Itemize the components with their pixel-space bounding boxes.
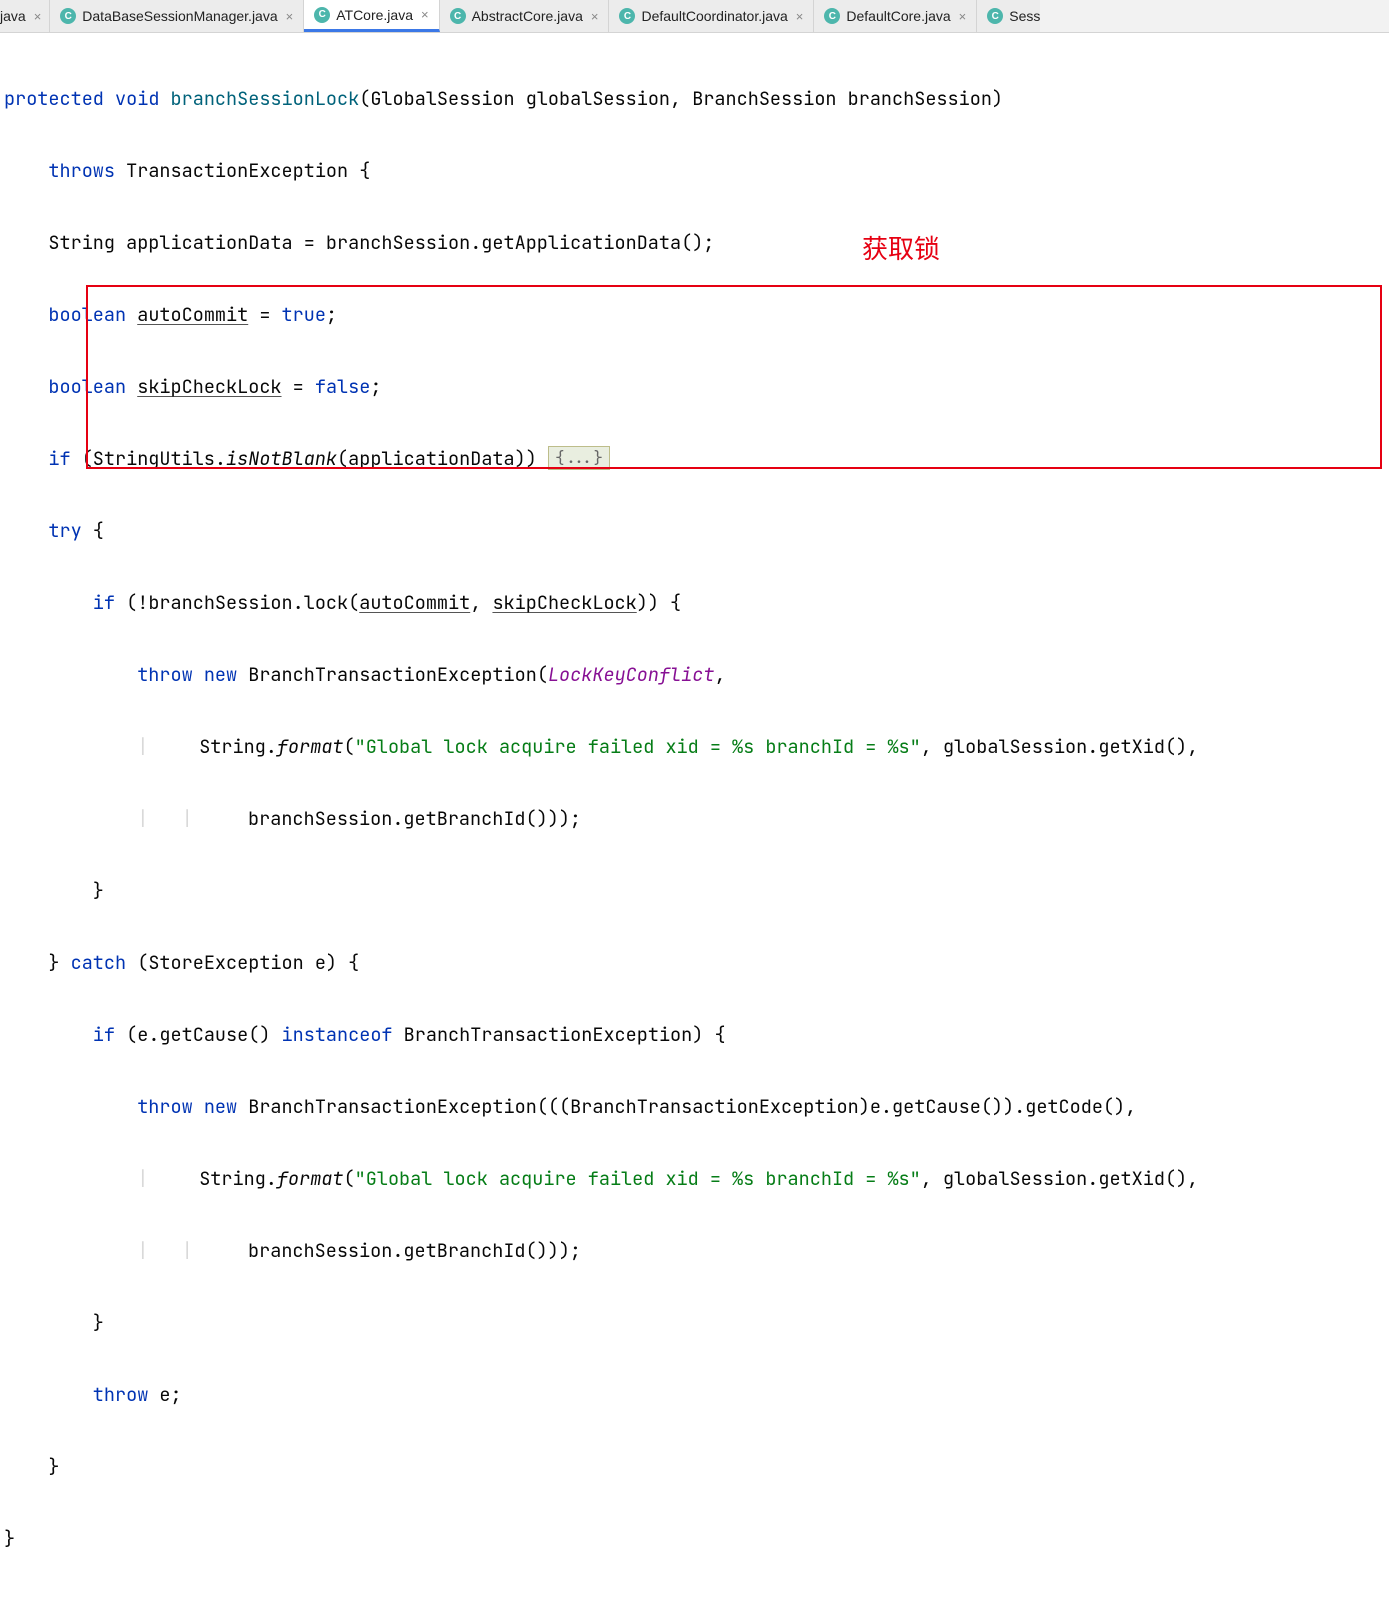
class-icon: C bbox=[450, 8, 466, 24]
tab-label: DefaultCoordinator.java bbox=[641, 8, 787, 24]
class-icon: C bbox=[619, 8, 635, 24]
class-icon: C bbox=[824, 8, 840, 24]
code-line: boolean skipCheckLock = false; bbox=[4, 369, 1389, 405]
close-icon[interactable]: × bbox=[957, 9, 969, 24]
code-line: } catch (StoreException e) { bbox=[4, 945, 1389, 981]
code-line: if (StringUtils.isNotBlank(applicationDa… bbox=[4, 441, 1389, 477]
close-icon[interactable]: × bbox=[419, 7, 431, 22]
code-line: try { bbox=[4, 513, 1389, 549]
tab-label: DataBaseSessionManager.java bbox=[82, 8, 277, 24]
fold-region[interactable]: {...} bbox=[548, 446, 610, 470]
code-line: | String.format("Global lock acquire fai… bbox=[4, 1161, 1389, 1197]
code-line: } bbox=[4, 1305, 1389, 1341]
code-line: | String.format("Global lock acquire fai… bbox=[4, 729, 1389, 765]
code-line: } bbox=[4, 873, 1389, 909]
tab-database-session-manager[interactable]: C DataBaseSessionManager.java × bbox=[50, 0, 304, 32]
close-icon[interactable]: × bbox=[284, 9, 296, 24]
code-line: protected void branchSessionLock(GlobalS… bbox=[4, 81, 1389, 117]
tab-partial-right[interactable]: C Sess bbox=[977, 0, 1040, 32]
code-line: String applicationData = branchSession.g… bbox=[4, 225, 1389, 261]
code-line: throw e; bbox=[4, 1377, 1389, 1413]
tab-atcore[interactable]: C ATCore.java × bbox=[304, 0, 439, 32]
close-icon[interactable]: × bbox=[794, 9, 806, 24]
code-line: } bbox=[4, 1521, 1389, 1557]
tab-label: AbstractCore.java bbox=[472, 8, 583, 24]
close-icon[interactable]: × bbox=[32, 9, 44, 24]
code-line: throws TransactionException { bbox=[4, 153, 1389, 189]
annotation-label: 获取锁 bbox=[862, 231, 940, 267]
class-icon: C bbox=[314, 7, 330, 23]
code-line: } bbox=[4, 1449, 1389, 1485]
code-line: | | branchSession.getBranchId())); bbox=[4, 1233, 1389, 1269]
code-line: if (e.getCause() instanceof BranchTransa… bbox=[4, 1017, 1389, 1053]
tab-defaultcore[interactable]: C DefaultCore.java × bbox=[814, 0, 977, 32]
code-line: if (!branchSession.lock(autoCommit, skip… bbox=[4, 585, 1389, 621]
class-icon: C bbox=[60, 8, 76, 24]
tab-label: java bbox=[0, 8, 26, 24]
code-line: boolean autoCommit = true; bbox=[4, 297, 1389, 333]
code-line: throw new BranchTransactionException(Loc… bbox=[4, 657, 1389, 693]
tab-abstractcore[interactable]: C AbstractCore.java × bbox=[440, 0, 610, 32]
code-editor[interactable]: protected void branchSessionLock(GlobalS… bbox=[0, 33, 1389, 1598]
code-line: throw new BranchTransactionException(((B… bbox=[4, 1089, 1389, 1125]
code-line: | | branchSession.getBranchId())); bbox=[4, 801, 1389, 837]
tab-bar: java × C DataBaseSessionManager.java × C… bbox=[0, 0, 1389, 33]
tab-label: ATCore.java bbox=[336, 7, 413, 23]
class-icon: C bbox=[987, 8, 1003, 24]
tab-defaultcoordinator[interactable]: C DefaultCoordinator.java × bbox=[609, 0, 814, 32]
tab-label: Sess bbox=[1009, 8, 1040, 24]
tab-partial-left[interactable]: java × bbox=[0, 0, 50, 32]
tab-label: DefaultCore.java bbox=[846, 8, 950, 24]
close-icon[interactable]: × bbox=[589, 9, 601, 24]
